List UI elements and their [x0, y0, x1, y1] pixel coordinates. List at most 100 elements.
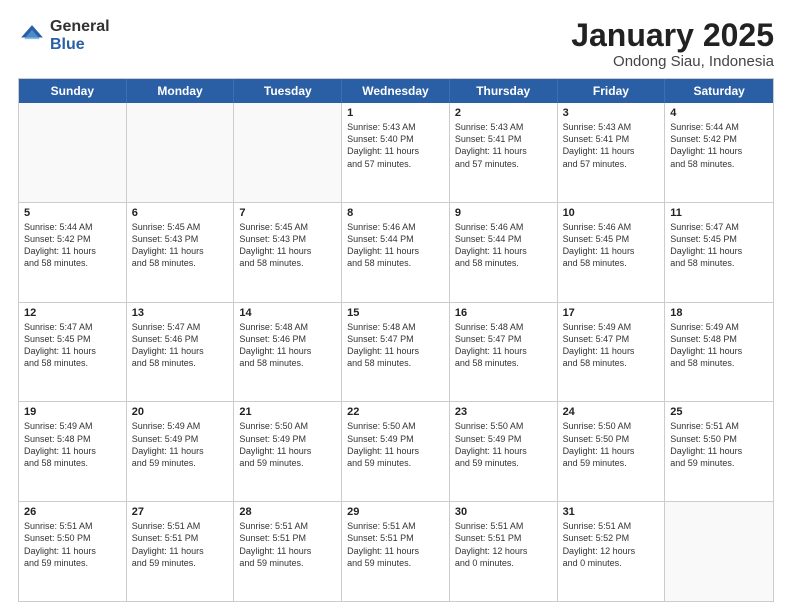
cell-line: and 58 minutes. [24, 457, 121, 469]
cell-line: Sunset: 5:44 PM [455, 233, 552, 245]
day-number: 23 [455, 406, 552, 418]
day-number: 13 [132, 307, 229, 319]
cell-line: Sunset: 5:45 PM [563, 233, 660, 245]
cell-line: Sunrise: 5:49 AM [670, 321, 768, 333]
calendar-row-3: 19Sunrise: 5:49 AMSunset: 5:48 PMDayligh… [19, 401, 773, 501]
cell-line: Sunset: 5:51 PM [239, 532, 336, 544]
calendar-cell: 24Sunrise: 5:50 AMSunset: 5:50 PMDayligh… [558, 402, 666, 501]
cell-line: Sunrise: 5:50 AM [347, 420, 444, 432]
day-number: 12 [24, 307, 121, 319]
cell-line: and 58 minutes. [455, 257, 552, 269]
calendar-cell: 17Sunrise: 5:49 AMSunset: 5:47 PMDayligh… [558, 303, 666, 402]
cell-line: Sunset: 5:49 PM [455, 433, 552, 445]
day-number: 20 [132, 406, 229, 418]
cell-line: Sunset: 5:43 PM [239, 233, 336, 245]
cell-line: Daylight: 11 hours [347, 145, 444, 157]
cell-line: Sunset: 5:47 PM [455, 333, 552, 345]
cell-line: Sunrise: 5:43 AM [455, 121, 552, 133]
calendar-cell: 1 Sunrise: 5:43 AMSunset: 5:40 PMDaylight… [342, 103, 450, 202]
cell-line: Sunrise: 5:46 AM [347, 221, 444, 233]
day-number: 4 [670, 107, 768, 119]
cell-line: Daylight: 11 hours [455, 245, 552, 257]
calendar-cell: 28Sunrise: 5:51 AMSunset: 5:51 PMDayligh… [234, 502, 342, 601]
cell-line: Sunset: 5:43 PM [132, 233, 229, 245]
cell-line: Daylight: 11 hours [239, 245, 336, 257]
calendar-subtitle: Ondong Siau, Indonesia [571, 53, 774, 70]
cell-line: Sunrise: 5:49 AM [563, 321, 660, 333]
cell-line: and 58 minutes. [347, 257, 444, 269]
cell-line: Sunset: 5:40 PM [347, 133, 444, 145]
logo-icon [18, 22, 46, 50]
calendar-cell: 27Sunrise: 5:51 AMSunset: 5:51 PMDayligh… [127, 502, 235, 601]
day-number: 5 [24, 207, 121, 219]
calendar-cell: 14Sunrise: 5:48 AMSunset: 5:46 PMDayligh… [234, 303, 342, 402]
calendar-cell: 9Sunrise: 5:46 AMSunset: 5:44 PMDaylight… [450, 203, 558, 302]
cell-line: Daylight: 11 hours [132, 245, 229, 257]
logo: General Blue [18, 18, 110, 53]
cell-line: Sunset: 5:44 PM [347, 233, 444, 245]
header-cell-sunday: Sunday [19, 79, 127, 103]
cell-line: Sunrise: 5:51 AM [670, 420, 768, 432]
cell-line: Sunset: 5:50 PM [670, 433, 768, 445]
cell-line: Sunset: 5:46 PM [239, 333, 336, 345]
cell-line: Sunset: 5:50 PM [563, 433, 660, 445]
cell-line: Sunrise: 5:43 AM [347, 121, 444, 133]
calendar-cell: 26Sunrise: 5:51 AMSunset: 5:50 PMDayligh… [19, 502, 127, 601]
cell-line: Daylight: 11 hours [24, 345, 121, 357]
cell-line: and 58 minutes. [24, 257, 121, 269]
cell-line: Sunset: 5:49 PM [132, 433, 229, 445]
day-number: 1 [347, 107, 444, 119]
cell-line: Daylight: 11 hours [563, 345, 660, 357]
header-cell-friday: Friday [558, 79, 666, 103]
cell-line: Sunset: 5:41 PM [455, 133, 552, 145]
cell-line: and 58 minutes. [455, 357, 552, 369]
calendar-cell: 25Sunrise: 5:51 AMSunset: 5:50 PMDayligh… [665, 402, 773, 501]
cell-line: Sunrise: 5:46 AM [563, 221, 660, 233]
cell-line: Sunset: 5:49 PM [347, 433, 444, 445]
cell-line: Sunset: 5:47 PM [347, 333, 444, 345]
cell-line: Daylight: 11 hours [132, 445, 229, 457]
day-number: 7 [239, 207, 336, 219]
calendar: SundayMondayTuesdayWednesdayThursdayFrid… [18, 78, 774, 602]
day-number: 3 [563, 107, 660, 119]
cell-line: Sunrise: 5:48 AM [347, 321, 444, 333]
cell-line: and 57 minutes. [563, 158, 660, 170]
day-number: 27 [132, 506, 229, 518]
cell-line: Sunset: 5:51 PM [455, 532, 552, 544]
calendar-cell: 21Sunrise: 5:50 AMSunset: 5:49 PMDayligh… [234, 402, 342, 501]
cell-line: Sunset: 5:49 PM [239, 433, 336, 445]
cell-line: Sunrise: 5:50 AM [239, 420, 336, 432]
cell-line: and 59 minutes. [132, 557, 229, 569]
cell-line: Daylight: 11 hours [455, 345, 552, 357]
calendar-row-4: 26Sunrise: 5:51 AMSunset: 5:50 PMDayligh… [19, 501, 773, 601]
cell-line: and 59 minutes. [670, 457, 768, 469]
calendar-cell: 16Sunrise: 5:48 AMSunset: 5:47 PMDayligh… [450, 303, 558, 402]
cell-line: and 58 minutes. [24, 357, 121, 369]
header-cell-saturday: Saturday [665, 79, 773, 103]
cell-line: Daylight: 11 hours [670, 445, 768, 457]
cell-line: and 58 minutes. [563, 257, 660, 269]
day-number: 17 [563, 307, 660, 319]
calendar-row-0: 1Sunrise: 5:43 AMSunset: 5:40 PMDaylight… [19, 103, 773, 202]
calendar-cell: 7Sunrise: 5:45 AMSunset: 5:43 PMDaylight… [234, 203, 342, 302]
cell-line: and 58 minutes. [132, 257, 229, 269]
cell-line: Sunset: 5:51 PM [347, 532, 444, 544]
cell-line: and 59 minutes. [347, 457, 444, 469]
cell-line: Sunset: 5:48 PM [670, 333, 768, 345]
cell-line: Sunrise: 5:47 AM [24, 321, 121, 333]
cell-line: Sunset: 5:42 PM [24, 233, 121, 245]
page: General Blue January 2025 Ondong Siau, I… [0, 0, 792, 612]
calendar-cell [19, 103, 127, 202]
calendar-cell: 13Sunrise: 5:47 AMSunset: 5:46 PMDayligh… [127, 303, 235, 402]
cell-line: Daylight: 11 hours [24, 245, 121, 257]
cell-line: and 59 minutes. [239, 457, 336, 469]
day-number: 6 [132, 207, 229, 219]
cell-line: and 59 minutes. [132, 457, 229, 469]
cell-line: Sunset: 5:41 PM [563, 133, 660, 145]
cell-line: Daylight: 11 hours [132, 545, 229, 557]
calendar-cell: 4Sunrise: 5:44 AMSunset: 5:42 PMDaylight… [665, 103, 773, 202]
cell-line: Sunset: 5:50 PM [24, 532, 121, 544]
cell-line: Daylight: 11 hours [455, 145, 552, 157]
cell-line: Daylight: 11 hours [563, 445, 660, 457]
cell-line: Sunrise: 5:50 AM [563, 420, 660, 432]
